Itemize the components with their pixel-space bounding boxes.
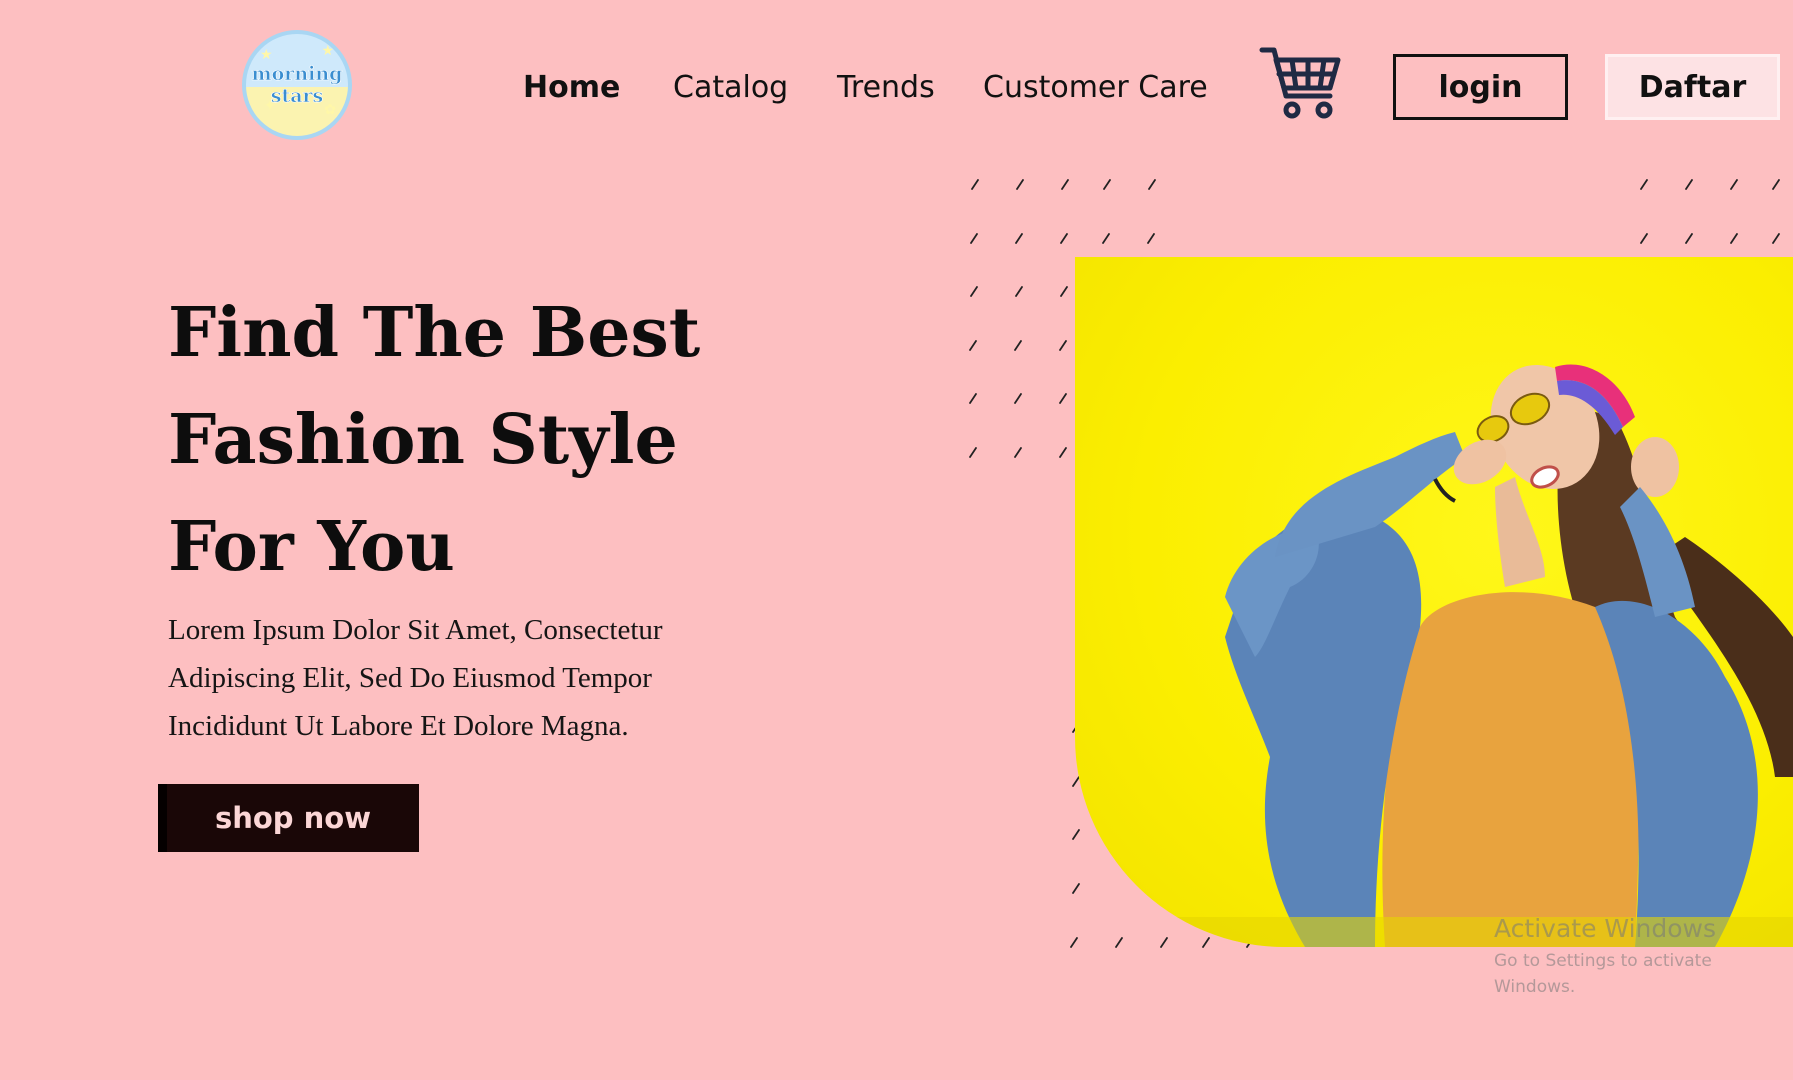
windows-activation-watermark: Activate Windows Go to Settings to activ… [1494, 914, 1793, 1000]
nav-trends[interactable]: Trends [837, 68, 935, 108]
hero-description: Lorem Ipsum Dolor Sit Amet, Consectetur … [168, 606, 808, 750]
shop-now-button[interactable]: shop now [158, 784, 419, 852]
register-button[interactable]: Daftar [1605, 54, 1780, 120]
star-icon: ★ [260, 46, 273, 62]
nav-catalog[interactable]: Catalog [673, 68, 788, 108]
hero-model-image [1075, 257, 1793, 947]
brand-logo[interactable]: ★ ★ ✦ ✿ morning stars [242, 30, 352, 140]
watermark-title: Activate Windows [1494, 914, 1716, 943]
star-icon: ✦ [264, 97, 276, 113]
headline-line: For You [168, 507, 455, 587]
watermark-subtitle: Go to Settings to activate Windows. [1494, 951, 1712, 997]
nav-customer-care[interactable]: Customer Care [983, 68, 1208, 108]
description-line: Incididunt Ut Labore Et Dolore Magna. [168, 710, 629, 742]
headline-line: Fashion Style [168, 400, 678, 480]
hero-headline: Find The Best Fashion Style For You [168, 280, 868, 601]
login-button[interactable]: login [1393, 54, 1568, 120]
description-line: Lorem Ipsum Dolor Sit Amet, Consectetur [168, 614, 663, 646]
star-icon: ✿ [324, 101, 336, 117]
logo-text-line2: stars [270, 84, 324, 107]
star-icon: ★ [321, 42, 334, 58]
fashion-model-illustration [1075, 364, 1793, 947]
headline-line: Find The Best [168, 293, 701, 373]
nav-home[interactable]: Home [523, 68, 620, 108]
description-line: Adipiscing Elit, Sed Do Eiusmod Tempor [168, 662, 652, 694]
logo-text-line1: morning [251, 62, 343, 85]
shopping-cart-icon[interactable] [1258, 44, 1342, 124]
